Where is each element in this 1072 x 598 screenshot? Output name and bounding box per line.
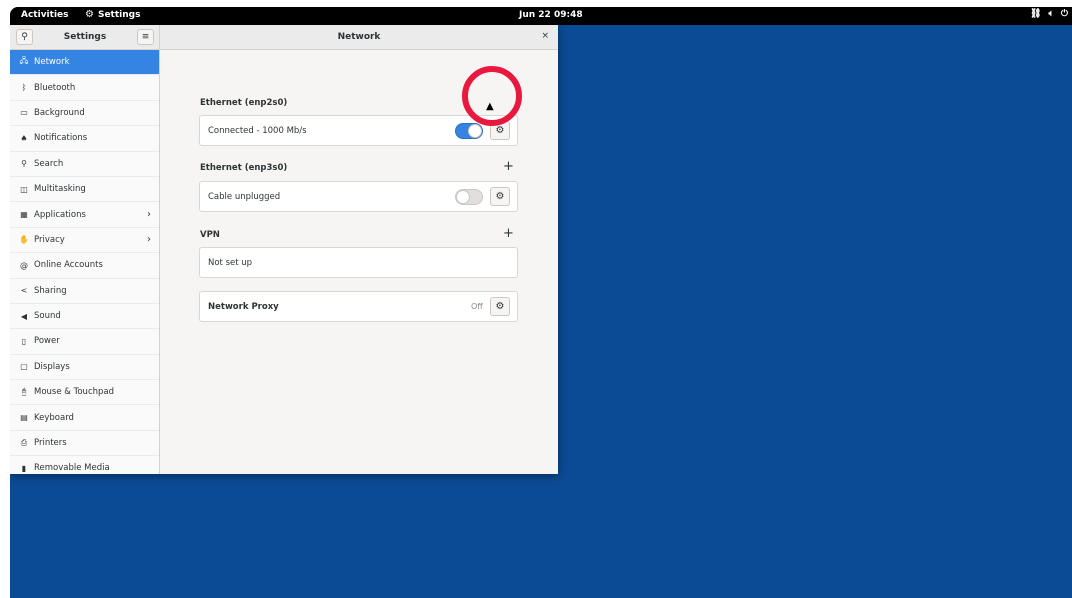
mouse-cursor-icon: ▲ bbox=[486, 101, 494, 112]
sidebar-item-power[interactable]: ▯ Power bbox=[10, 329, 159, 355]
network-proxy-state: Off bbox=[471, 302, 483, 311]
usb-icon: ▮ bbox=[21, 463, 27, 473]
toggle-knob bbox=[456, 190, 470, 204]
highlight-circle bbox=[462, 66, 522, 126]
sidebar-item-bluetooth[interactable]: ᛒ Bluetooth bbox=[10, 75, 159, 101]
page-title: Network bbox=[337, 32, 381, 42]
sidebar-item-privacy[interactable]: ✋ Privacy › bbox=[10, 228, 159, 254]
multitasking-icon: ◫ bbox=[20, 184, 28, 194]
sidebar-item-label: Sharing bbox=[34, 285, 67, 296]
ethernet-enp2s0-toggle[interactable] bbox=[455, 123, 483, 139]
vpn-row[interactable]: Not set up bbox=[199, 247, 518, 278]
app-name: Settings bbox=[97, 10, 141, 20]
sidebar-item-label: Search bbox=[34, 158, 64, 169]
network-proxy-label: Network Proxy bbox=[208, 301, 279, 312]
applications-icon: ▦ bbox=[20, 210, 28, 220]
desktop: Activities ⚙ Settings Jun 22 09:48 ⛓ 🔈︎ … bbox=[10, 7, 1072, 598]
system-tray[interactable]: ⛓ 🔈︎ ⏻ bbox=[1030, 9, 1068, 19]
menu-button[interactable]: ≡ bbox=[137, 29, 154, 45]
volume-icon: 🔈︎ bbox=[1048, 9, 1054, 19]
sidebar-item-label: Power bbox=[34, 336, 60, 347]
top-bar: Activities ⚙ Settings Jun 22 09:48 ⛓ 🔈︎ … bbox=[10, 7, 1072, 25]
sidebar-item-label: Displays bbox=[34, 361, 70, 372]
close-icon[interactable]: × bbox=[541, 31, 549, 41]
speaker-icon: ◀ bbox=[20, 311, 28, 321]
sidebar-item-label: Applications bbox=[34, 209, 86, 220]
network-icon: 🖧 bbox=[19, 56, 29, 66]
vpn-status: Not set up bbox=[208, 257, 253, 268]
background-icon: ▭ bbox=[20, 108, 28, 118]
gear-icon: ⚙ bbox=[495, 191, 505, 202]
hamburger-icon: ≡ bbox=[141, 32, 150, 42]
printer-icon: ⎙ bbox=[20, 438, 28, 448]
battery-icon: ▯ bbox=[21, 336, 27, 346]
activities-button[interactable]: Activities bbox=[21, 10, 69, 20]
sidebar-item-keyboard[interactable]: ▤ Keyboard bbox=[10, 405, 159, 431]
ethernet-enp3s0-row: Cable unplugged ⚙ bbox=[199, 181, 518, 212]
sidebar-item-label: Keyboard bbox=[34, 412, 74, 423]
network-proxy-row[interactable]: Network Proxy Off ⚙ bbox=[199, 291, 518, 322]
at-icon: @ bbox=[20, 260, 28, 270]
add-vpn-button[interactable]: + bbox=[503, 227, 514, 240]
bell-icon: ♠ bbox=[20, 133, 28, 143]
ethernet-enp2s0-row: Connected - 1000 Mb/s ⚙ bbox=[199, 115, 518, 146]
network-icon: ⛓ bbox=[1030, 9, 1042, 19]
sidebar-item-label: Network bbox=[34, 57, 70, 68]
sidebar-item-label: Printers bbox=[34, 438, 67, 449]
connection-status: Cable unplugged bbox=[208, 191, 281, 202]
bluetooth-icon: ᛒ bbox=[21, 83, 27, 93]
sidebar-item-label: Notifications bbox=[34, 133, 88, 144]
sidebar-item-sharing[interactable]: < Sharing bbox=[10, 279, 159, 304]
sidebar-item-network[interactable]: 🖧 Network bbox=[10, 50, 159, 76]
network-proxy-settings-button[interactable]: ⚙ bbox=[490, 297, 510, 316]
gear-icon: ⚙ bbox=[495, 125, 505, 136]
chevron-right-icon: › bbox=[147, 209, 151, 221]
sidebar-item-label: Background bbox=[34, 107, 85, 118]
sidebar-item-label: Removable Media bbox=[34, 463, 110, 474]
app-menu[interactable]: ⚙ Settings bbox=[85, 9, 141, 21]
add-ethernet-button[interactable]: + bbox=[503, 160, 514, 173]
sidebar-item-label: Mouse & Touchpad bbox=[34, 387, 115, 398]
sidebar-item-removable-media[interactable]: ▮ Removable Media bbox=[10, 456, 159, 474]
sidebar-item-mouse-touchpad[interactable]: 🖰︎ Mouse & Touchpad bbox=[10, 380, 159, 406]
sidebar-item-online-accounts[interactable]: @ Online Accounts bbox=[10, 253, 159, 279]
toggle-knob bbox=[468, 124, 482, 138]
sidebar-item-search[interactable]: ⚲ Search bbox=[10, 152, 159, 177]
section-label-vpn: VPN bbox=[200, 230, 220, 240]
sidebar-header: ⚲ Settings ≡ bbox=[10, 25, 160, 50]
gear-icon: ⚙ bbox=[495, 301, 505, 312]
search-icon: ⚲ bbox=[21, 159, 27, 169]
ethernet-enp3s0-toggle[interactable] bbox=[455, 189, 483, 205]
chevron-right-icon: › bbox=[147, 234, 151, 246]
power-icon: ⏻ bbox=[1060, 9, 1068, 19]
sidebar-item-multitasking[interactable]: ◫ Multitasking bbox=[10, 177, 159, 203]
main-header: Network × bbox=[160, 25, 558, 50]
sidebar-item-label: Privacy bbox=[34, 234, 65, 245]
sidebar-item-label: Sound bbox=[34, 311, 61, 322]
sidebar-item-displays[interactable]: ▢ Displays bbox=[10, 355, 159, 381]
sidebar-item-background[interactable]: ▭ Background bbox=[10, 101, 159, 127]
privacy-icon: ✋ bbox=[19, 235, 29, 245]
share-icon: < bbox=[20, 286, 28, 296]
sidebar-item-sound[interactable]: ◀ Sound bbox=[10, 304, 159, 330]
sidebar-item-notifications[interactable]: ♠ Notifications bbox=[10, 126, 159, 152]
sidebar: 🖧 Network ᛒ Bluetooth ▭ Background ♠ Not… bbox=[10, 50, 160, 474]
mouse-icon: 🖰︎ bbox=[21, 387, 27, 397]
sidebar-item-applications[interactable]: ▦ Applications › bbox=[10, 202, 159, 228]
clock[interactable]: Jun 22 09:48 bbox=[519, 10, 583, 20]
sidebar-item-label: Bluetooth bbox=[34, 82, 76, 93]
connection-status: Connected - 1000 Mb/s bbox=[208, 125, 307, 136]
sidebar-item-printers[interactable]: ⎙ Printers bbox=[10, 431, 159, 457]
display-icon: ▢ bbox=[20, 362, 28, 372]
sidebar-item-label: Online Accounts bbox=[34, 260, 103, 271]
ethernet-enp3s0-settings-button[interactable]: ⚙ bbox=[490, 187, 510, 206]
section-label-ethernet-enp3s0: Ethernet (enp3s0) bbox=[200, 163, 288, 173]
keyboard-icon: ▤ bbox=[20, 413, 28, 423]
section-label-ethernet-enp2s0: Ethernet (enp2s0) bbox=[200, 98, 288, 108]
gear-icon: ⚙ bbox=[85, 9, 94, 20]
sidebar-item-label: Multitasking bbox=[34, 184, 86, 195]
